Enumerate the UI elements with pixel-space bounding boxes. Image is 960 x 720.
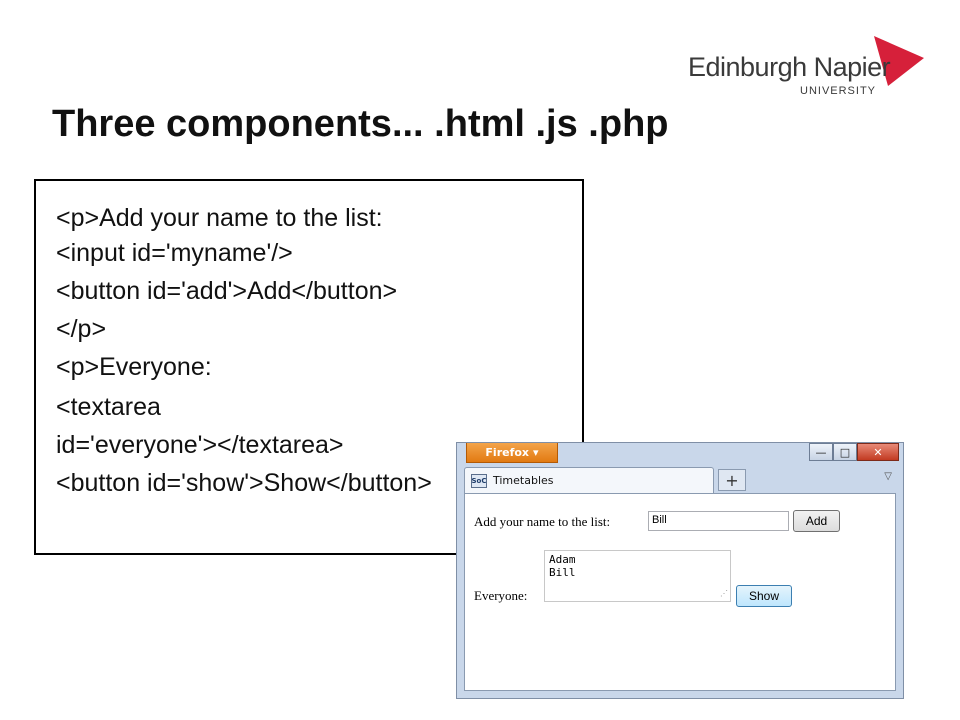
tab-list-chevron-icon[interactable]: ▽ [884,471,892,482]
name-label: Add your name to the list: [474,514,611,529]
tab-title: Timetables [493,474,554,487]
favicon-icon: SoC [471,473,487,488]
code-line: <textarea [56,393,161,421]
logo-name: Edinburgh Napier [688,52,891,82]
minimize-button[interactable]: — [809,443,833,461]
maximize-button[interactable]: □ [833,443,857,461]
firefox-menu-label: Firefox [485,446,530,459]
name-input[interactable]: Bill [648,511,789,531]
resize-grip-icon[interactable]: ⋰ [720,587,728,600]
code-line: </p> [56,315,107,343]
close-button[interactable]: ✕ [857,443,899,461]
browser-window: Firefox ▾ — □ ✕ SoC Timetables + ▽ Add y… [456,442,904,699]
chevron-down-icon: ▾ [533,446,539,459]
code-line: <p>Everyone: [56,353,212,381]
show-button[interactable]: Show [736,585,792,607]
code-line: <button id='add'>Add</button> [56,277,398,305]
slide-title: Three components... .html .js .php [52,103,669,145]
code-line: id='everyone'></textarea> [56,431,344,459]
everyone-textarea[interactable]: Adam Bill ⋰ [544,550,731,602]
firefox-menu-button[interactable]: Firefox ▾ [466,443,558,463]
new-tab-button[interactable]: + [718,469,746,491]
code-line: <p>Add your name to the list: [56,204,383,232]
everyone-label: Everyone: [474,588,528,603]
textarea-line: Adam [549,553,576,566]
code-line: <button id='show'>Show</button> [56,469,432,497]
tab-bar: SoC Timetables + ▽ [464,467,896,493]
add-button[interactable]: Add [793,510,840,532]
code-line: <input id='myname'/> [56,239,293,267]
textarea-line: Bill [549,566,576,579]
window-controls: — □ ✕ [809,443,899,461]
tab-timetables[interactable]: SoC Timetables [464,467,714,493]
logo-subtitle: UNIVERSITY [800,85,877,97]
page-content: Add your name to the list: Bill Add Adam… [464,493,896,691]
university-logo: Edinburgh Napier UNIVERSITY [688,34,928,104]
